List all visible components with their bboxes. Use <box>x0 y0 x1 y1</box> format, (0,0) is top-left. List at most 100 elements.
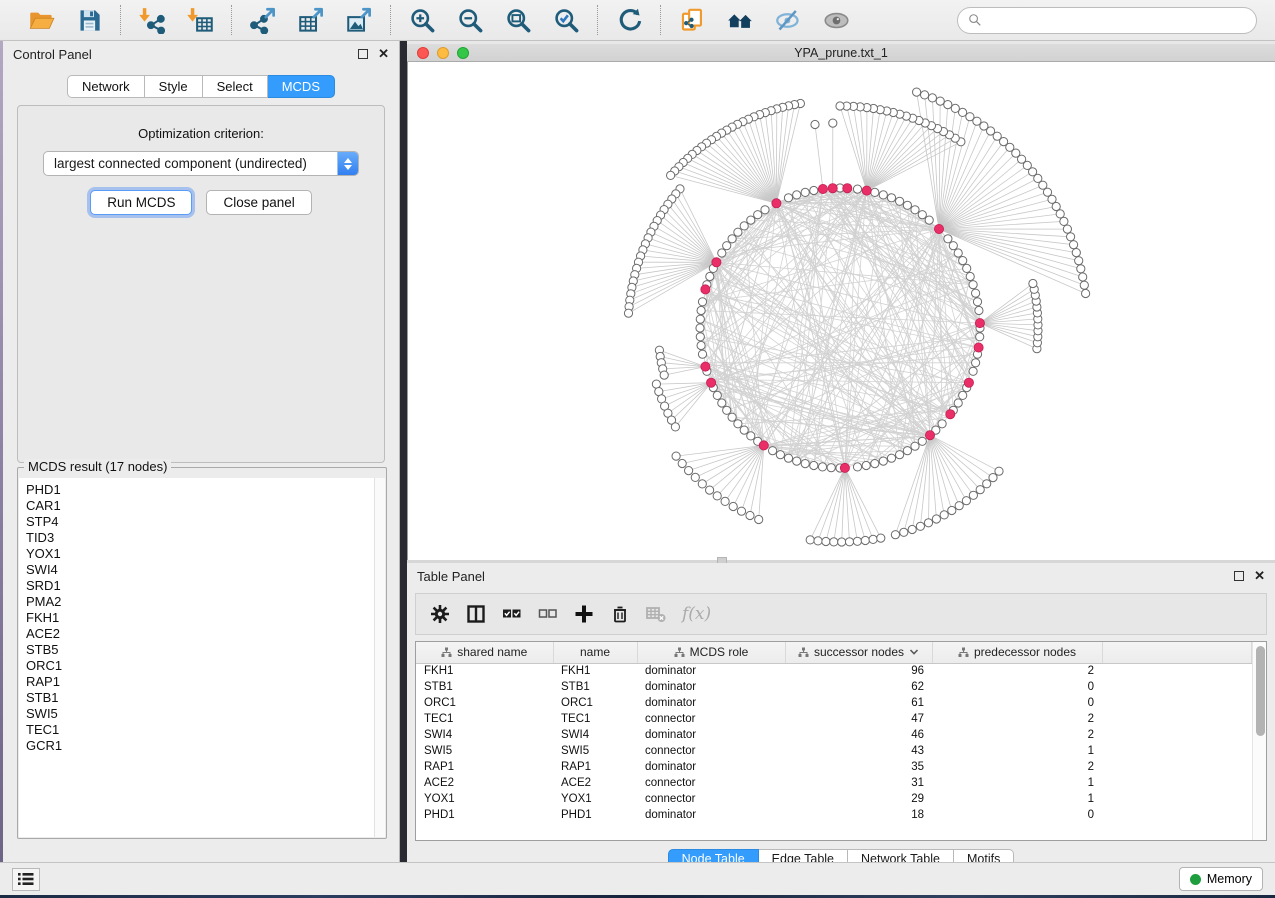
cytoscape-window: Control Panel ✕ NetworkStyleSelectMCDS O… <box>0 0 1275 898</box>
add-row-button[interactable] <box>574 604 594 624</box>
network-window-title: YPA_prune.txt_1 <box>407 46 1275 60</box>
mcds-result-item[interactable]: TID3 <box>26 530 374 546</box>
criterion-select-value: largest connected component (undirected) <box>44 156 337 171</box>
mcds-result-item[interactable]: SWI4 <box>26 562 374 578</box>
export-network-button[interactable] <box>242 4 284 36</box>
mcds-result-item[interactable]: FKH1 <box>26 610 374 626</box>
table-row[interactable]: SWI5SWI5connector431 <box>416 743 1252 759</box>
network-canvas[interactable] <box>407 62 1275 560</box>
tab-select[interactable]: Select <box>203 75 268 98</box>
mcds-result-item[interactable]: ACE2 <box>26 626 374 642</box>
column-header-shared-name[interactable]: shared name <box>416 642 553 663</box>
table-row[interactable]: ACE2ACE2connector311 <box>416 775 1252 791</box>
columns-icon <box>466 604 486 624</box>
deselect-all-button[interactable] <box>538 604 558 624</box>
column-header-successor-nodes[interactable]: successor nodes <box>785 642 932 663</box>
columns-button[interactable] <box>466 604 486 624</box>
search-field[interactable] <box>957 7 1257 34</box>
hide-selected-button[interactable] <box>767 4 809 36</box>
control-panel-title: Control Panel <box>13 47 92 62</box>
open-file-button[interactable] <box>20 4 62 36</box>
copy-view-icon <box>679 7 706 34</box>
list-icon <box>18 872 34 886</box>
delete-table-button[interactable] <box>646 604 666 624</box>
mcds-result-item[interactable]: GCR1 <box>26 738 374 754</box>
optimization-criterion-label: Optimization criterion: <box>18 126 384 141</box>
table-row[interactable]: FKH1FKH1dominator962 <box>416 663 1252 679</box>
close-panel-icon[interactable]: ✕ <box>378 49 389 59</box>
table-row[interactable]: PHD1PHD1dominator180 <box>416 807 1252 823</box>
import-table-button[interactable] <box>179 4 221 36</box>
save-session-button[interactable] <box>68 4 110 36</box>
refresh-view-icon <box>616 7 643 34</box>
mcds-result-item[interactable]: SWI5 <box>26 706 374 722</box>
right-column: YPA_prune.txt_1 Table Panel ✕ f(x) share… <box>407 41 1275 862</box>
mcds-result-item[interactable]: RAP1 <box>26 674 374 690</box>
select-all-icon <box>502 604 522 624</box>
first-neighbors-button[interactable] <box>719 4 761 36</box>
zoom-fit-button[interactable] <box>497 4 539 36</box>
mcds-result-item[interactable]: PMA2 <box>26 594 374 610</box>
tab-mcds[interactable]: MCDS <box>268 75 335 98</box>
delete-row-button[interactable] <box>610 604 630 624</box>
mcds-result-item[interactable]: CAR1 <box>26 498 374 514</box>
status-bar: Memory <box>0 862 1275 895</box>
table-scrollbar[interactable] <box>1252 642 1266 840</box>
search-input[interactable] <box>988 13 1246 28</box>
table-close-panel-icon[interactable]: ✕ <box>1254 571 1265 581</box>
function-builder-button[interactable]: f(x) <box>682 604 711 624</box>
network-window-titlebar[interactable]: YPA_prune.txt_1 <box>407 44 1275 62</box>
table-row[interactable]: YOX1YOX1connector291 <box>416 791 1252 807</box>
delete-table-icon <box>646 604 666 624</box>
export-table-button[interactable] <box>290 4 332 36</box>
table-row[interactable]: SWI4SWI4dominator462 <box>416 727 1252 743</box>
zoom-selected-icon <box>553 7 580 34</box>
zoom-selected-button[interactable] <box>545 4 587 36</box>
import-network-button[interactable] <box>131 4 173 36</box>
mcds-result-item[interactable]: STP4 <box>26 514 374 530</box>
close-panel-button[interactable]: Close panel <box>206 190 311 215</box>
table-row[interactable]: TEC1TEC1connector472 <box>416 711 1252 727</box>
criterion-select[interactable]: largest connected component (undirected) <box>43 151 359 176</box>
sort-chevron-icon <box>909 648 919 656</box>
settings-icon <box>430 604 450 624</box>
table-panel: Table Panel ✕ f(x) shared namenameMCDS r… <box>407 563 1275 862</box>
table-row[interactable]: ORC1ORC1dominator610 <box>416 695 1252 711</box>
table-float-panel-icon[interactable] <box>1234 571 1244 581</box>
column-header-MCDS-role[interactable]: MCDS role <box>637 642 785 663</box>
tab-network[interactable]: Network <box>67 75 145 98</box>
mcds-result-item[interactable]: PHD1 <box>26 482 374 498</box>
column-header-predecessor-nodes[interactable]: predecessor nodes <box>932 642 1102 663</box>
mcds-result-item[interactable]: YOX1 <box>26 546 374 562</box>
zoom-in-icon <box>409 7 436 34</box>
memory-status-icon <box>1190 874 1201 885</box>
settings-button[interactable] <box>430 604 450 624</box>
show-all-button[interactable] <box>815 4 857 36</box>
float-panel-icon[interactable] <box>358 49 368 59</box>
mcds-result-item[interactable]: SRD1 <box>26 578 374 594</box>
mcds-result-item[interactable]: STB1 <box>26 690 374 706</box>
table-row[interactable]: RAP1RAP1dominator352 <box>416 759 1252 775</box>
export-image-button[interactable] <box>338 4 380 36</box>
task-history-button[interactable] <box>12 868 40 891</box>
select-all-button[interactable] <box>502 604 522 624</box>
mcds-result-item[interactable]: TEC1 <box>26 722 374 738</box>
table-row[interactable]: STB1STB1dominator620 <box>416 679 1252 695</box>
mcds-result-item[interactable]: STB5 <box>26 642 374 658</box>
column-tree-icon <box>674 647 685 658</box>
import-table-icon <box>187 7 214 34</box>
zoom-out-button[interactable] <box>449 4 491 36</box>
mcds-result-item[interactable]: ORC1 <box>26 658 374 674</box>
export-image-icon <box>346 7 373 34</box>
zoom-in-button[interactable] <box>401 4 443 36</box>
column-header-name[interactable]: name <box>553 642 637 663</box>
refresh-view-button[interactable] <box>608 4 650 36</box>
copy-view-button[interactable] <box>671 4 713 36</box>
tab-style[interactable]: Style <box>145 75 203 98</box>
memory-button[interactable]: Memory <box>1179 867 1263 891</box>
mcds-result-list[interactable]: PHD1CAR1STP4TID3YOX1SWI4SRD1PMA2FKH1ACE2… <box>19 478 374 837</box>
control-panel: Control Panel ✕ NetworkStyleSelectMCDS O… <box>3 41 400 862</box>
run-mcds-button[interactable]: Run MCDS <box>90 190 192 215</box>
show-all-icon <box>823 7 850 34</box>
mcds-list-scrollbar[interactable] <box>374 478 385 837</box>
